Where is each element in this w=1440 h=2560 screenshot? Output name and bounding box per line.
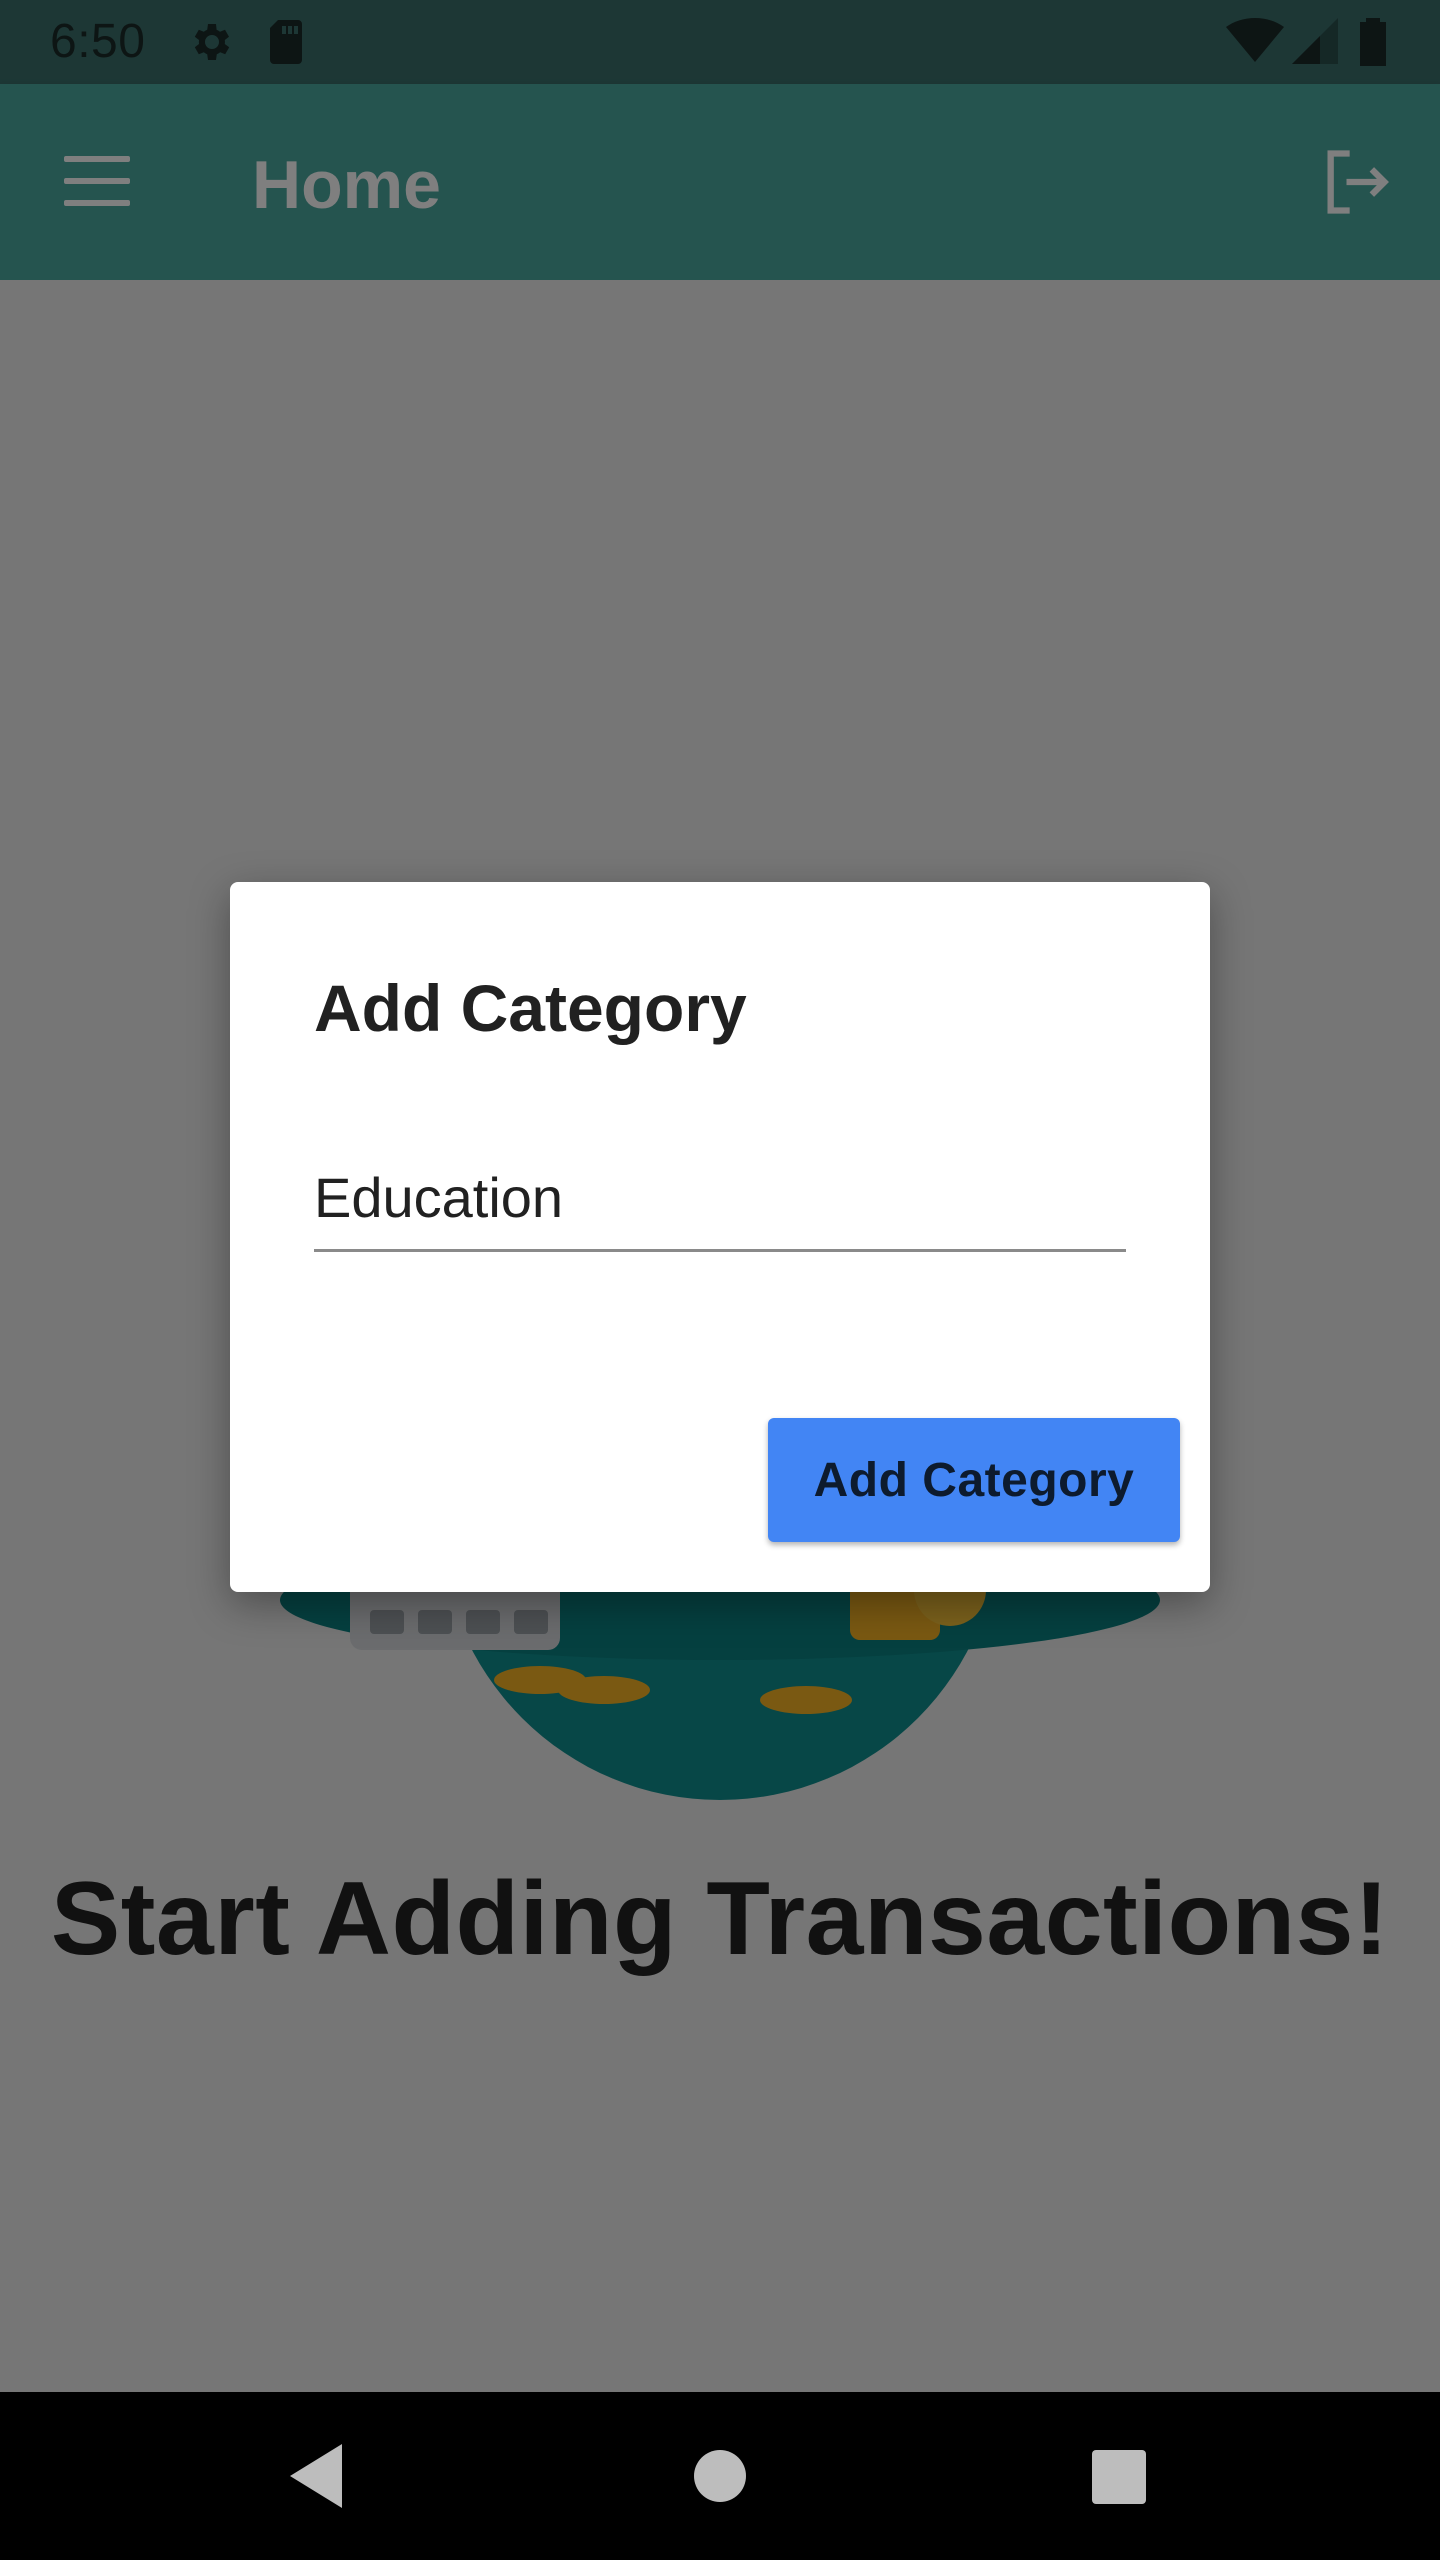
add-category-button[interactable]: Add Category (768, 1418, 1180, 1542)
add-category-dialog: Add Category Add Category (230, 882, 1210, 1592)
home-icon[interactable] (694, 2450, 746, 2502)
system-nav-bar (0, 2392, 1440, 2560)
back-icon[interactable] (290, 2444, 346, 2508)
recents-icon[interactable] (1092, 2450, 1146, 2504)
category-name-input[interactable] (314, 1162, 1126, 1252)
dialog-title: Add Category (314, 971, 747, 1045)
